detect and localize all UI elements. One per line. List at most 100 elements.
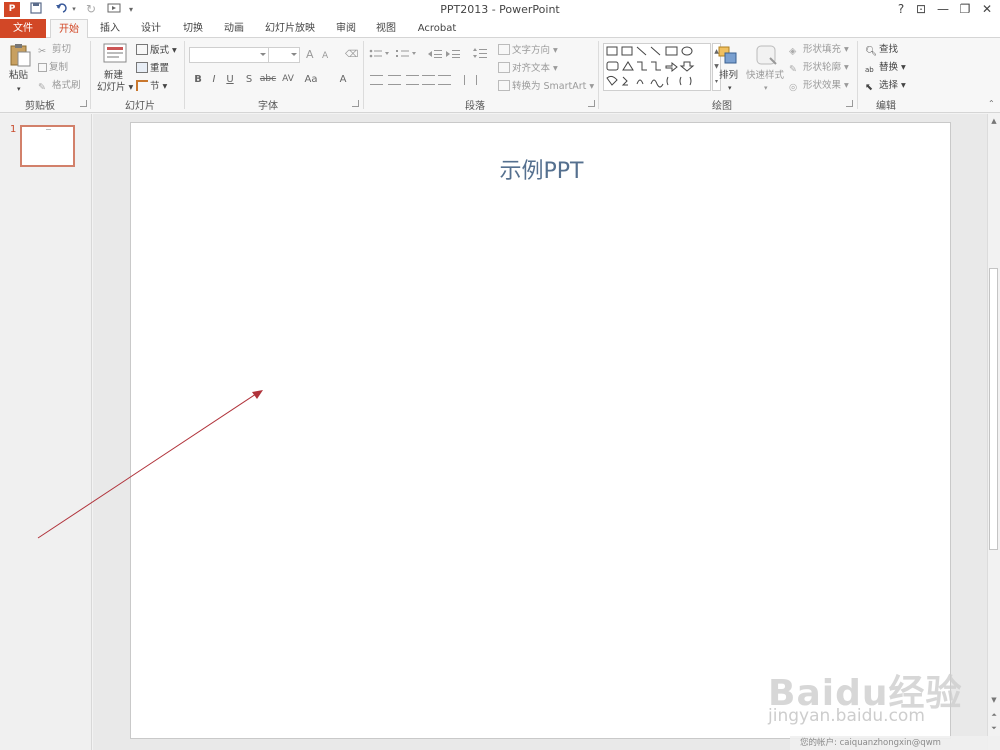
quick-styles-icon[interactable]	[754, 44, 780, 71]
slide-thumbnail[interactable]	[20, 125, 75, 167]
font-name-combo[interactable]	[189, 47, 269, 63]
clipboard-launcher-icon[interactable]	[80, 100, 87, 107]
minimize-button[interactable]: —	[932, 1, 954, 17]
group-divider	[90, 41, 91, 109]
find-button[interactable]: 🔍︎ 查找	[865, 44, 898, 57]
tab-home[interactable]: 开始	[50, 19, 88, 39]
slide-canvas[interactable]: 示例PPT	[130, 122, 951, 739]
italic-button[interactable]: I	[207, 74, 221, 85]
line-spacing-icon[interactable]	[472, 47, 492, 62]
group-divider	[363, 41, 364, 109]
help-button[interactable]: ?	[890, 1, 912, 17]
select-button[interactable]: ⬉ 选择 ▾	[865, 80, 906, 93]
scroll-down-icon[interactable]: ▼	[990, 696, 998, 704]
align-right-icon[interactable]	[406, 75, 419, 85]
layout-icon	[136, 44, 148, 55]
tab-view[interactable]: 视图	[368, 19, 404, 38]
chevron-down-icon	[291, 53, 297, 56]
group-divider	[598, 41, 599, 109]
change-case-button[interactable]: Aa	[302, 74, 320, 85]
paint-bucket-icon: ◈	[789, 46, 797, 57]
tab-review[interactable]: 审阅	[328, 19, 364, 38]
numbering-icon[interactable]	[396, 49, 418, 62]
clipboard-group-label: 剪贴板	[25, 101, 55, 112]
scrollbar-thumb[interactable]	[989, 268, 998, 550]
shrink-font-button[interactable]: A	[322, 50, 328, 62]
tab-file[interactable]: 文件	[0, 19, 46, 38]
align-left-icon[interactable]	[370, 75, 383, 85]
ribbon-tabs: 文件 开始 插入 设计 切换 动画 幻灯片放映 审阅 视图 Acrobat	[0, 19, 1000, 55]
justify-icon[interactable]	[422, 75, 435, 85]
paragraph-launcher-icon[interactable]	[588, 100, 595, 107]
restore-button[interactable]: ❐	[954, 1, 976, 17]
tab-acrobat[interactable]: Acrobat	[410, 19, 464, 38]
new-slide-icon[interactable]	[102, 42, 128, 66]
paste-button[interactable]: 粘贴	[9, 70, 28, 82]
align-text-icon	[498, 62, 510, 73]
character-spacing-button[interactable]: AV	[279, 74, 297, 84]
paste-dropdown-icon[interactable]: ▾	[17, 83, 21, 95]
strikethrough-button[interactable]: abc	[259, 74, 277, 84]
tab-transitions[interactable]: 切换	[175, 19, 211, 38]
convert-smartart-button[interactable]: 转换为 SmartArt ▾	[498, 80, 594, 93]
clear-formatting-icon[interactable]: ⌫	[345, 49, 358, 61]
arrange-dropdown-icon[interactable]: ▾	[728, 82, 732, 94]
watermark-url: jingyan.baidu.com	[768, 706, 925, 726]
layout-button[interactable]: 版式 ▾	[136, 44, 177, 57]
font-color-button[interactable]: A	[336, 74, 350, 85]
distributed-icon[interactable]	[438, 75, 451, 85]
chevron-down-icon	[260, 53, 266, 56]
title-bar: P ▾ ↻ ▾ PPT2013 - PowerPoint ? ⊡ — ❐ ✕	[0, 0, 1000, 19]
increase-indent-icon[interactable]	[446, 49, 460, 62]
next-slide-icon[interactable]: ⏷	[990, 724, 998, 732]
shapes-gallery[interactable]	[603, 43, 711, 91]
text-direction-icon	[498, 44, 510, 55]
new-slide-label[interactable]: 新建	[104, 70, 123, 82]
align-center-icon[interactable]	[388, 75, 401, 85]
quick-styles-button[interactable]: 快速样式	[746, 70, 784, 82]
format-painter-button[interactable]: ✎ 格式刷	[38, 80, 81, 93]
tab-design[interactable]: 设计	[133, 19, 169, 38]
tab-insert[interactable]: 插入	[92, 19, 128, 38]
tab-animations[interactable]: 动画	[216, 19, 252, 38]
slide-title[interactable]: 示例PPT	[131, 153, 952, 185]
cut-button[interactable]: ✂ 剪切	[38, 44, 71, 57]
shape-effects-button[interactable]: ◎ 形状效果 ▾	[789, 80, 849, 93]
underline-button[interactable]: U	[223, 74, 237, 85]
drawing-group-label: 绘图	[712, 101, 732, 112]
pencil-icon: ✎	[789, 64, 797, 75]
bold-button[interactable]: B	[191, 74, 205, 85]
scroll-up-icon[interactable]: ▲	[990, 117, 998, 125]
shape-outline-button[interactable]: ✎ 形状轮廓 ▾	[789, 62, 849, 75]
previous-slide-icon[interactable]: ⏶	[990, 711, 998, 719]
shape-fill-button[interactable]: ◈ 形状填充 ▾	[789, 44, 849, 57]
arrange-icon[interactable]	[717, 45, 739, 68]
smartart-icon	[498, 80, 510, 91]
replace-button[interactable]: ab 替换 ▾	[865, 62, 906, 75]
drawing-launcher-icon[interactable]	[846, 100, 853, 107]
bullets-icon[interactable]	[369, 49, 391, 62]
font-launcher-icon[interactable]	[352, 100, 359, 107]
ribbon-display-options-button[interactable]: ⊡	[910, 1, 932, 17]
search-icon: 🔍︎	[865, 46, 878, 57]
reset-button[interactable]: 重置	[136, 62, 169, 75]
paste-icon[interactable]	[8, 42, 32, 68]
font-group-label: 字体	[258, 101, 278, 112]
collapse-ribbon-icon[interactable]: ⌃	[988, 98, 995, 110]
replace-icon: ab	[865, 66, 874, 74]
text-direction-button[interactable]: 文字方向 ▾	[498, 44, 558, 57]
align-text-button[interactable]: 对齐文本 ▾	[498, 62, 558, 75]
arrange-button[interactable]: 排列	[719, 70, 738, 82]
new-slide-button[interactable]: 幻灯片 ▾	[97, 82, 133, 94]
grow-font-button[interactable]: A	[306, 49, 314, 61]
columns-icon[interactable]	[464, 75, 477, 85]
quick-styles-dropdown-icon[interactable]: ▾	[764, 82, 768, 94]
close-button[interactable]: ✕	[976, 1, 998, 17]
copy-button[interactable]: 复制	[38, 62, 68, 74]
font-size-combo[interactable]	[268, 47, 300, 63]
text-shadow-button[interactable]: S	[242, 74, 256, 85]
section-button[interactable]: 节 ▾	[136, 80, 167, 93]
group-divider	[184, 41, 185, 109]
decrease-indent-icon[interactable]	[428, 49, 442, 62]
tab-slideshow[interactable]: 幻灯片放映	[259, 19, 321, 38]
